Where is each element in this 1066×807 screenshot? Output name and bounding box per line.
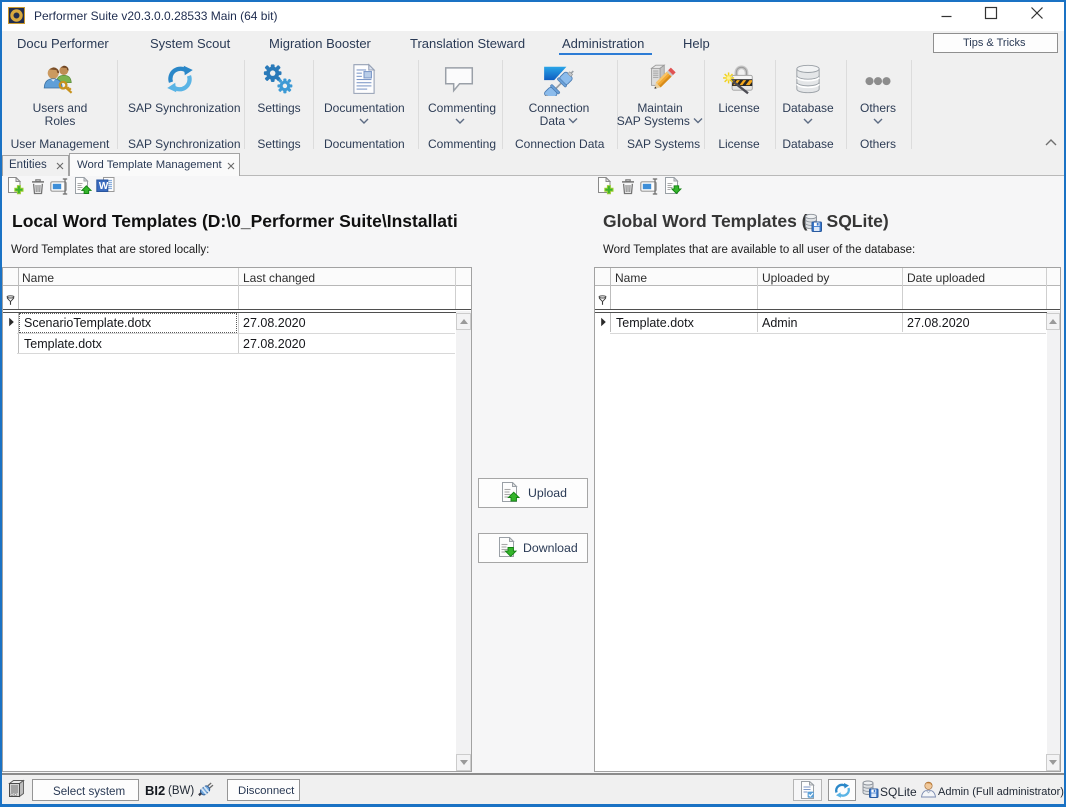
svg-text:W: W [99, 181, 109, 192]
